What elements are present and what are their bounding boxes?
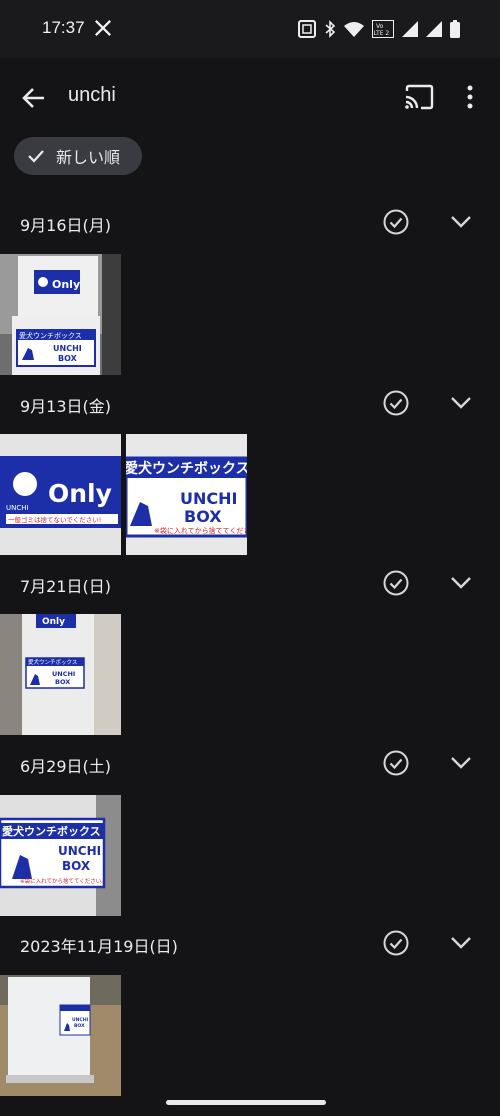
photo-unchi-box-3: 愛犬ウンチボックス UNCHI BOX ※袋に入れてから捨ててください。 [0, 795, 121, 916]
svg-text:UNCHI: UNCHI [180, 489, 237, 508]
section-date: 2023年11月19日(日) [20, 937, 178, 956]
date-section-header: 2023年11月19日(日) [0, 915, 500, 975]
photo-unchi-box-2: Only 愛犬ウンチボックス UNCHI BOX [0, 614, 121, 735]
app-bar: unchi [0, 58, 500, 136]
more-vert-icon[interactable] [461, 82, 479, 112]
select-all-check-icon[interactable] [382, 749, 410, 777]
x-logo-icon [95, 20, 111, 36]
svg-text:BOX: BOX [58, 354, 78, 363]
photo-thumbnail[interactable]: UNCHI BOX [0, 975, 121, 1096]
home-indicator[interactable] [166, 1100, 326, 1105]
chip-label: 新しい順 [56, 148, 121, 167]
photo-thumbnail[interactable]: Only 愛犬ウンチボックス UNCHI BOX [0, 614, 121, 735]
chevron-down-icon[interactable] [447, 391, 475, 415]
svg-text:BOX: BOX [55, 678, 70, 686]
signal-icon-2 [426, 21, 442, 37]
section-date: 6月29日(土) [20, 757, 112, 776]
svg-text:UNCHI: UNCHI [58, 844, 101, 858]
svg-text:BOX: BOX [74, 1023, 85, 1029]
svg-text:UNCHI: UNCHI [52, 670, 75, 678]
svg-text:Only: Only [48, 479, 112, 508]
svg-text:愛犬ウンチボックス: 愛犬ウンチボックス [19, 331, 82, 340]
bluetooth-icon [325, 20, 336, 38]
wifi-icon [344, 22, 364, 37]
select-all-check-icon[interactable] [382, 569, 410, 597]
photo-unchi-box-sign: 愛犬ウンチボックス UNCHI BOX ※袋に入れてから捨ててください。 [126, 434, 247, 555]
select-all-check-icon[interactable] [382, 389, 410, 417]
select-all-check-icon[interactable] [382, 208, 410, 236]
signal-icon [402, 21, 418, 37]
chevron-down-icon[interactable] [447, 931, 475, 955]
svg-text:UNCHI: UNCHI [53, 344, 82, 353]
chevron-down-icon[interactable] [447, 751, 475, 775]
svg-text:BOX: BOX [62, 859, 91, 873]
svg-text:愛犬ウンチボックス: 愛犬ウンチボックス [28, 658, 77, 666]
nfc-icon [298, 20, 316, 38]
svg-text:BOX: BOX [184, 507, 222, 526]
svg-text:※袋に入れてから捨ててください。: ※袋に入れてから捨ててください。 [154, 526, 247, 535]
photo-unchi-box-4: UNCHI BOX [0, 975, 121, 1096]
photo-only-sign: UNCHI Only 一般ゴミは捨てないでください! [0, 434, 121, 555]
cast-icon[interactable] [403, 82, 435, 112]
date-section-header: 9月13日(金) [0, 375, 500, 435]
svg-text:UNCHI: UNCHI [72, 1017, 88, 1023]
status-time: 17:37 [42, 18, 85, 37]
svg-text:UNCHI: UNCHI [6, 504, 29, 512]
svg-text:Only: Only [42, 617, 65, 627]
volte-icon: Vo LTE 2 [372, 20, 394, 38]
date-section-header: 7月21日(日) [0, 555, 500, 615]
status-icons: Vo LTE 2 [298, 18, 460, 40]
section-date: 9月16日(月) [20, 216, 112, 235]
search-query[interactable]: unchi [68, 84, 116, 107]
svg-text:※袋に入れてから捨ててください。: ※袋に入れてから捨ててください。 [20, 877, 107, 885]
chevron-down-icon[interactable] [447, 571, 475, 595]
svg-text:一般ゴミは捨てないでください!: 一般ゴミは捨てないでください! [8, 515, 101, 524]
status-bar: 17:37 Vo LTE 2 [0, 0, 500, 58]
date-section-header: 9月16日(月) [0, 194, 500, 254]
svg-text:Vo: Vo [376, 23, 384, 30]
arrow-back-icon[interactable] [18, 82, 50, 114]
svg-text:愛犬ウンチボックス: 愛犬ウンチボックス [2, 824, 101, 838]
sort-chip-newest[interactable]: 新しい順 [14, 137, 142, 175]
section-date: 9月13日(金) [20, 397, 112, 416]
photo-thumbnail[interactable]: 愛犬ウンチボックス UNCHI BOX ※袋に入れてから捨ててください。 [126, 434, 247, 555]
photo-thumbnail[interactable]: 愛犬ウンチボックス UNCHI BOX ※袋に入れてから捨ててください。 [0, 795, 121, 916]
photo-thumbnail[interactable]: UNCHI Only 一般ゴミは捨てないでください! [0, 434, 121, 555]
battery-icon [450, 20, 460, 38]
svg-text:Only: Only [52, 278, 80, 291]
check-icon [28, 150, 44, 163]
chevron-down-icon[interactable] [447, 210, 475, 234]
section-date: 7月21日(日) [20, 577, 112, 596]
photo-thumbnail[interactable]: Only 愛犬ウンチボックス UNCHI BOX [0, 254, 121, 375]
select-all-check-icon[interactable] [382, 929, 410, 957]
photo-unchi-box-1: Only 愛犬ウンチボックス UNCHI BOX [0, 254, 121, 375]
svg-text:愛犬ウンチボックス: 愛犬ウンチボックス [126, 460, 247, 477]
date-section-header: 6月29日(土) [0, 735, 500, 795]
svg-text:LTE 2: LTE 2 [374, 30, 390, 37]
